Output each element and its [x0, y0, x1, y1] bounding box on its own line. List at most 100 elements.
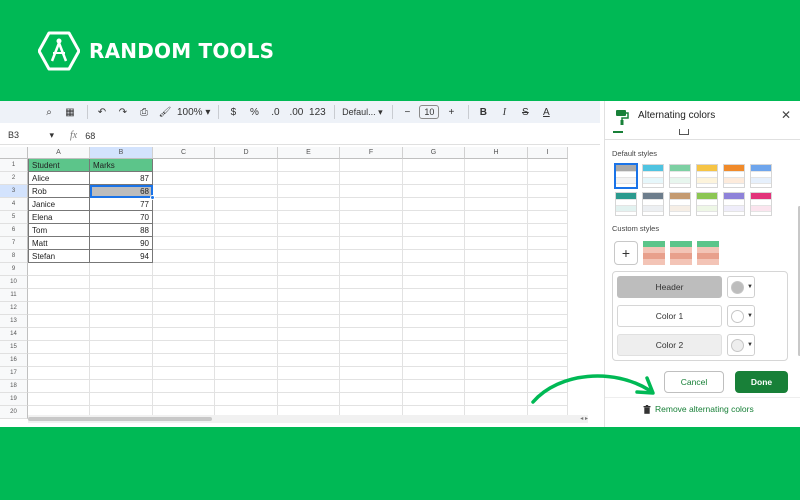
cell[interactable]: [215, 250, 278, 263]
cell[interactable]: [90, 302, 153, 315]
row-header[interactable]: 3: [0, 185, 28, 198]
bold-button[interactable]: B: [474, 103, 492, 121]
cell[interactable]: [153, 276, 215, 289]
row-header[interactable]: 12: [0, 302, 28, 315]
cell[interactable]: [340, 315, 403, 328]
cell[interactable]: [90, 367, 153, 380]
cell[interactable]: [278, 172, 340, 185]
row-header[interactable]: 18: [0, 380, 28, 393]
cell[interactable]: [28, 263, 90, 276]
cell[interactable]: [278, 159, 340, 172]
cell[interactable]: [465, 211, 528, 224]
cell[interactable]: [465, 367, 528, 380]
cell[interactable]: [28, 302, 90, 315]
cell[interactable]: [465, 263, 528, 276]
default-style-swatch[interactable]: [615, 192, 637, 216]
cell[interactable]: [528, 185, 568, 198]
default-style-swatch[interactable]: [696, 164, 718, 188]
cell[interactable]: [340, 263, 403, 276]
row-header[interactable]: 11: [0, 289, 28, 302]
tab-apply-to-range[interactable]: [613, 129, 623, 133]
cell[interactable]: [465, 172, 528, 185]
cell[interactable]: [153, 250, 215, 263]
cell[interactable]: [403, 393, 465, 406]
row-header[interactable]: 4: [0, 198, 28, 211]
tab-other[interactable]: [679, 129, 689, 135]
cell[interactable]: [90, 315, 153, 328]
student-cell[interactable]: Stefan: [28, 250, 90, 263]
cell[interactable]: [90, 341, 153, 354]
cell[interactable]: [278, 302, 340, 315]
cell[interactable]: [215, 198, 278, 211]
italic-button[interactable]: I: [495, 103, 513, 121]
header-color-row[interactable]: Header: [617, 276, 722, 298]
cell[interactable]: [278, 276, 340, 289]
default-style-swatch[interactable]: [642, 164, 664, 188]
cell[interactable]: [403, 198, 465, 211]
cell[interactable]: [153, 302, 215, 315]
cell[interactable]: [340, 172, 403, 185]
cell[interactable]: [465, 276, 528, 289]
row-header[interactable]: 19: [0, 393, 28, 406]
cell[interactable]: [28, 354, 90, 367]
cell[interactable]: [340, 237, 403, 250]
row-header[interactable]: 15: [0, 341, 28, 354]
column-header[interactable]: I: [528, 147, 568, 159]
custom-style-swatch[interactable]: [697, 241, 719, 265]
cell[interactable]: [340, 250, 403, 263]
cell[interactable]: [28, 393, 90, 406]
marks-cell[interactable]: 94: [90, 250, 153, 263]
cell[interactable]: [215, 380, 278, 393]
default-style-swatch[interactable]: [723, 192, 745, 216]
column-header[interactable]: G: [403, 147, 465, 159]
horizontal-scrollbar[interactable]: [28, 415, 588, 423]
cell[interactable]: [215, 237, 278, 250]
cell[interactable]: [340, 341, 403, 354]
cell[interactable]: [278, 328, 340, 341]
text-color-button[interactable]: A: [537, 103, 555, 121]
cell[interactable]: [340, 367, 403, 380]
zoom-select[interactable]: 100% ▾: [177, 103, 210, 121]
header-color-picker[interactable]: ▼: [727, 276, 755, 298]
calendar-icon[interactable]: ▦: [61, 103, 79, 121]
cell[interactable]: [528, 224, 568, 237]
cell[interactable]: [528, 237, 568, 250]
cell[interactable]: [28, 380, 90, 393]
row-header[interactable]: 14: [0, 328, 28, 341]
cell[interactable]: [215, 185, 278, 198]
marks-cell[interactable]: 90: [90, 237, 153, 250]
cancel-button[interactable]: Cancel: [664, 371, 724, 393]
column-header[interactable]: B: [90, 147, 153, 159]
row-header[interactable]: 10: [0, 276, 28, 289]
cell[interactable]: [403, 367, 465, 380]
cell[interactable]: [403, 380, 465, 393]
redo-icon[interactable]: ↷: [114, 103, 132, 121]
cell[interactable]: [215, 211, 278, 224]
undo-icon[interactable]: ↶: [93, 103, 111, 121]
cell[interactable]: [528, 289, 568, 302]
cell[interactable]: [465, 159, 528, 172]
cell[interactable]: [403, 354, 465, 367]
cell[interactable]: [465, 315, 528, 328]
cell[interactable]: [90, 289, 153, 302]
row-header[interactable]: 16: [0, 354, 28, 367]
select-all-corner[interactable]: [0, 147, 28, 159]
default-style-swatch[interactable]: [723, 164, 745, 188]
row-header[interactable]: 17: [0, 367, 28, 380]
cell[interactable]: [28, 328, 90, 341]
student-cell[interactable]: Tom: [28, 224, 90, 237]
cell[interactable]: [278, 380, 340, 393]
student-cell[interactable]: Rob: [28, 185, 90, 198]
cell[interactable]: [215, 172, 278, 185]
font-size-decrease-button[interactable]: −: [398, 103, 416, 121]
cell[interactable]: [403, 302, 465, 315]
add-custom-style-button[interactable]: +: [614, 241, 638, 265]
row-header[interactable]: 1: [0, 159, 28, 172]
custom-style-swatch[interactable]: [670, 241, 692, 265]
color2-picker[interactable]: ▼: [727, 334, 755, 356]
cell[interactable]: [340, 302, 403, 315]
student-cell[interactable]: Alice: [28, 172, 90, 185]
cell[interactable]: [28, 315, 90, 328]
cell[interactable]: [153, 224, 215, 237]
cell[interactable]: [278, 367, 340, 380]
